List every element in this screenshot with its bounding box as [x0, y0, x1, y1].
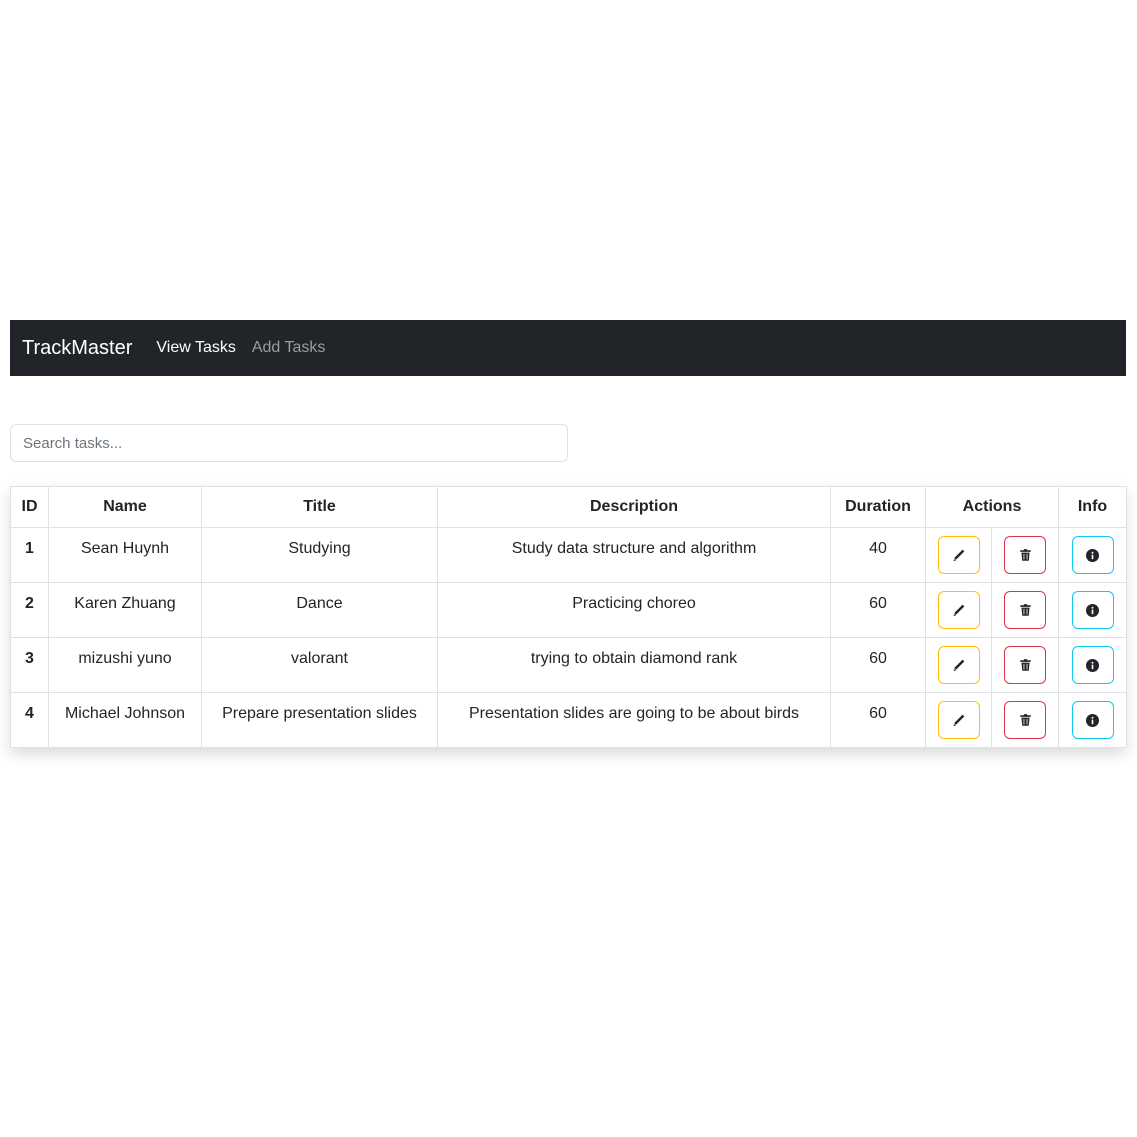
cell-delete [990, 637, 1060, 693]
delete-button[interactable] [1004, 591, 1046, 629]
cell-info [1058, 692, 1128, 748]
cell-description: trying to obtain diamond rank [437, 637, 831, 693]
table-row: 2 Karen Zhuang Dance Practicing choreo 6… [10, 582, 1128, 638]
cell-info [1058, 582, 1128, 638]
cell-title: valorant [201, 637, 438, 693]
header-name: Name [48, 486, 202, 528]
header-title: Title [201, 486, 438, 528]
cell-id: 4 [10, 692, 49, 748]
delete-button[interactable] [1004, 701, 1046, 739]
header-info: Info [1058, 486, 1128, 528]
trash-icon [1019, 659, 1031, 671]
table-row: 3 mizushi yuno valorant trying to obtain… [10, 637, 1128, 693]
edit-button[interactable] [937, 646, 980, 684]
info-button[interactable] [1071, 591, 1114, 629]
info-circle-icon [1086, 548, 1100, 562]
cell-edit [925, 637, 992, 693]
pencil-icon [953, 659, 964, 671]
cell-edit [925, 692, 992, 748]
info-button[interactable] [1071, 536, 1114, 574]
table-row: 1 Sean Huynh Studying Study data structu… [10, 527, 1128, 583]
table-row: 4 Michael Johnson Prepare presentation s… [10, 692, 1128, 748]
cell-id: 1 [10, 527, 49, 583]
pencil-icon [953, 604, 964, 616]
edit-button[interactable] [937, 701, 980, 739]
cell-description: Study data structure and algorithm [437, 527, 831, 583]
pencil-icon [953, 549, 964, 561]
cell-duration: 60 [830, 692, 926, 748]
tasks-table: ID Name Title Description Duration Actio… [10, 486, 1128, 748]
cell-duration: 60 [830, 637, 926, 693]
delete-button[interactable] [1004, 536, 1046, 574]
table-header-row: ID Name Title Description Duration Actio… [10, 486, 1128, 528]
cell-delete [990, 582, 1060, 638]
trash-icon [1019, 604, 1031, 616]
nav-link-add-tasks[interactable]: Add Tasks [252, 339, 326, 357]
header-description: Description [437, 486, 831, 528]
header-duration: Duration [830, 486, 926, 528]
cell-info [1058, 637, 1128, 693]
cell-title: Prepare presentation slides [201, 692, 438, 748]
trash-icon [1019, 714, 1031, 726]
cell-name: Sean Huynh [48, 527, 202, 583]
header-actions: Actions [924, 486, 1060, 528]
cell-id: 3 [10, 637, 49, 693]
cell-edit [925, 527, 992, 583]
cell-name: mizushi yuno [48, 637, 202, 693]
search-input[interactable] [10, 424, 568, 462]
cell-duration: 40 [830, 527, 926, 583]
cell-edit [925, 582, 992, 638]
info-button[interactable] [1071, 701, 1114, 739]
cell-delete [990, 692, 1060, 748]
navbar: TrackMaster View Tasks Add Tasks [10, 320, 1126, 376]
info-circle-icon [1086, 713, 1100, 727]
header-id: ID [10, 486, 49, 528]
tasks-table-container: ID Name Title Description Duration Actio… [10, 486, 1128, 748]
trash-icon [1019, 549, 1031, 561]
edit-button[interactable] [937, 591, 980, 629]
cell-name: Karen Zhuang [48, 582, 202, 638]
delete-button[interactable] [1004, 646, 1046, 684]
info-circle-icon [1086, 603, 1100, 617]
cell-title: Studying [201, 527, 438, 583]
cell-title: Dance [201, 582, 438, 638]
cell-id: 2 [10, 582, 49, 638]
nav-link-view-tasks[interactable]: View Tasks [156, 339, 235, 357]
info-button[interactable] [1071, 646, 1114, 684]
cell-description: Practicing choreo [437, 582, 831, 638]
info-circle-icon [1086, 658, 1100, 672]
cell-info [1058, 527, 1128, 583]
brand-logo[interactable]: TrackMaster [22, 337, 132, 360]
cell-description: Presentation slides are going to be abou… [437, 692, 831, 748]
cell-duration: 60 [830, 582, 926, 638]
cell-delete [990, 527, 1060, 583]
edit-button[interactable] [937, 536, 980, 574]
cell-name: Michael Johnson [48, 692, 202, 748]
pencil-icon [953, 714, 964, 726]
